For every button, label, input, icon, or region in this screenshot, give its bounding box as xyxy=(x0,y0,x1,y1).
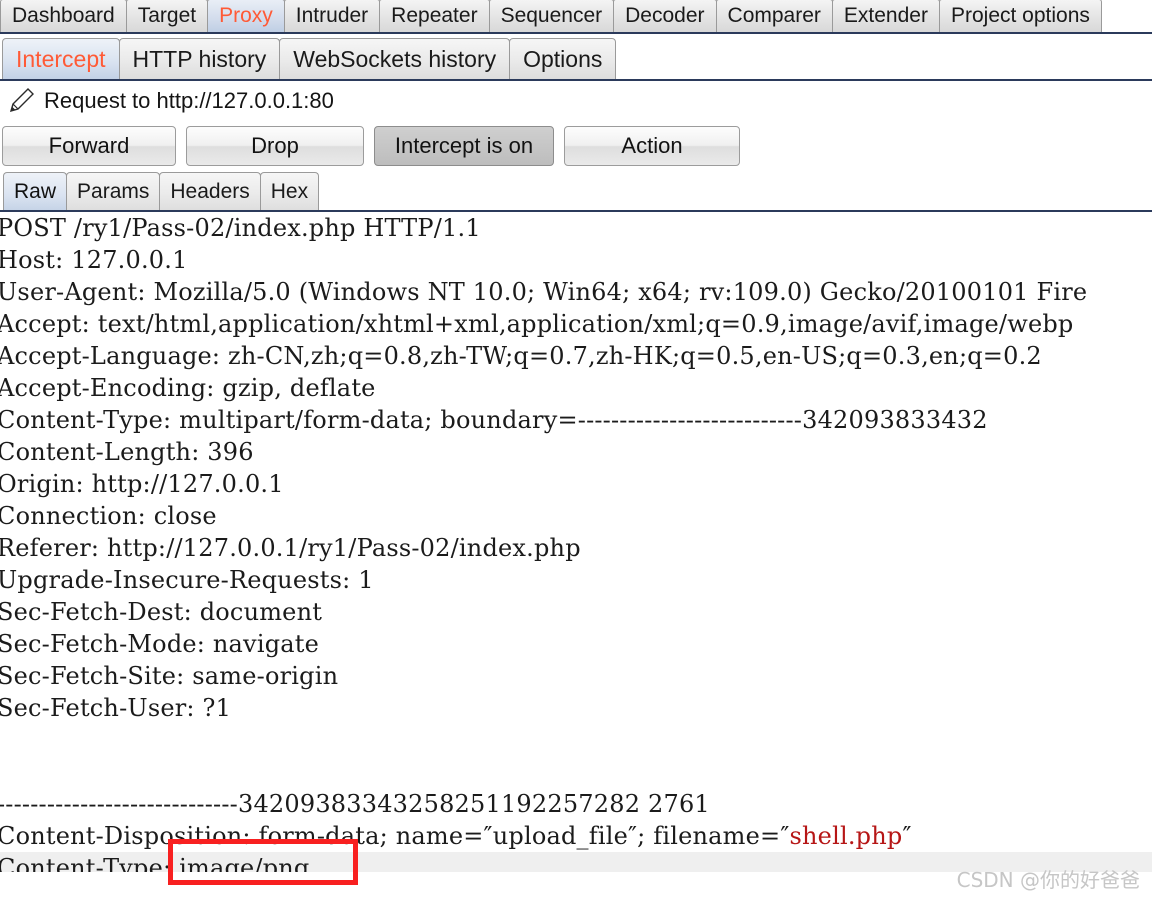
tab-hex-label: Hex xyxy=(270,179,309,203)
tab-target[interactable]: Target xyxy=(125,0,209,32)
tab-params[interactable]: Params xyxy=(66,172,161,210)
tab-project-options-label: Project options xyxy=(950,4,1090,27)
raw-line: POST /ry1/Pass-02/index.php HTTP/1.1 xyxy=(0,214,481,242)
intercept-toggle-label: Intercept is on xyxy=(394,133,534,158)
tab-extender-label: Extender xyxy=(843,4,928,27)
tab-intruder[interactable]: Intruder xyxy=(283,0,381,32)
tab-intercept-label: Intercept xyxy=(16,45,106,72)
raw-line: Host: 127.0.0.1 xyxy=(0,246,188,274)
raw-line: Sec-Fetch-Dest: document xyxy=(0,598,323,626)
tab-options-label: Options xyxy=(523,45,603,72)
raw-line: Content-Length: 396 xyxy=(0,438,254,466)
tab-options[interactable]: Options xyxy=(509,38,617,79)
tab-extender[interactable]: Extender xyxy=(831,0,940,32)
action-button-label: Action xyxy=(621,133,683,158)
raw-line: Content-Type: multipart/form-data; bound… xyxy=(0,406,988,434)
tab-http-history[interactable]: HTTP history xyxy=(118,38,281,79)
tab-dashboard-label: Dashboard xyxy=(12,4,115,27)
watermark: CSDN @你的好爸爸 xyxy=(956,868,1140,892)
raw-line: Accept-Encoding: gzip, deflate xyxy=(0,374,376,402)
drop-button[interactable]: Drop xyxy=(186,126,364,166)
raw-line: Sec-Fetch-User: ?1 xyxy=(0,694,232,722)
raw-line-content-disposition: Content-Disposition: form-data; name=″up… xyxy=(0,820,1152,852)
raw-request-text[interactable]: POST /ry1/Pass-02/index.php HTTP/1.1 Host… xyxy=(0,212,1152,872)
tab-repeater-label: Repeater xyxy=(391,4,478,27)
pencil-icon xyxy=(9,88,34,113)
tab-target-label: Target xyxy=(137,4,197,27)
forward-button-label: Forward xyxy=(48,133,130,158)
tab-params-label: Params xyxy=(77,179,150,203)
tab-headers[interactable]: Headers xyxy=(159,172,261,210)
tab-sequencer-label: Sequencer xyxy=(500,4,603,27)
tab-proxy[interactable]: Proxy xyxy=(207,0,285,32)
proxy-sub-tab-bar: Intercept HTTP history WebSockets histor… xyxy=(0,34,1152,81)
tab-decoder[interactable]: Decoder xyxy=(613,0,717,32)
tab-comparer[interactable]: Comparer xyxy=(715,0,833,32)
tab-intercept[interactable]: Intercept xyxy=(2,38,120,79)
tab-intruder-label: Intruder xyxy=(295,4,369,27)
raw-line-blank xyxy=(0,724,1152,756)
tab-comparer-label: Comparer xyxy=(727,4,821,27)
raw-line: Accept-Language: zh-CN,zh;q=0.8,zh-TW;q=… xyxy=(0,342,1042,370)
tab-dashboard[interactable]: Dashboard xyxy=(0,0,127,32)
raw-request-editor[interactable]: POST /ry1/Pass-02/index.php HTTP/1.1 Host… xyxy=(0,212,1152,872)
tab-websockets-history-label: WebSockets history xyxy=(293,45,497,72)
raw-line: Accept: text/html,application/xhtml+xml,… xyxy=(0,310,1074,338)
tab-decoder-label: Decoder xyxy=(625,4,705,27)
raw-line: Sec-Fetch-Site: same-origin xyxy=(0,662,339,690)
action-button[interactable]: Action xyxy=(564,126,740,166)
raw-line: Sec-Fetch-Mode: navigate xyxy=(0,630,320,658)
tab-sequencer[interactable]: Sequencer xyxy=(488,0,615,32)
tab-proxy-label: Proxy xyxy=(219,4,273,27)
tab-hex[interactable]: Hex xyxy=(259,172,320,210)
message-editor-tab-bar: Raw Params Headers Hex xyxy=(0,171,1152,212)
tab-repeater[interactable]: Repeater xyxy=(379,0,490,32)
content-disposition-prefix: Content-Disposition: form-data; name=″up… xyxy=(0,822,790,850)
raw-line-blank xyxy=(0,756,1152,788)
forward-button[interactable]: Forward xyxy=(2,126,176,166)
tab-raw[interactable]: Raw xyxy=(3,172,68,210)
raw-line: Connection: close xyxy=(0,502,217,530)
tab-project-options[interactable]: Project options xyxy=(938,0,1102,32)
intercept-toggle-button[interactable]: Intercept is on xyxy=(374,126,554,166)
tab-raw-label: Raw xyxy=(14,179,57,203)
filename-value: shell.php xyxy=(789,822,903,850)
raw-line: Origin: http://127.0.0.1 xyxy=(0,470,284,498)
tab-headers-label: Headers xyxy=(170,179,250,203)
tab-websockets-history[interactable]: WebSockets history xyxy=(279,38,511,79)
tab-http-history-label: HTTP history xyxy=(132,45,267,72)
raw-line: Referer: http://127.0.0.1/ry1/Pass-02/in… xyxy=(0,534,581,562)
request-title-row: Request to http://127.0.0.1:80 xyxy=(0,81,1152,121)
raw-line: Upgrade-Insecure-Requests: 1 xyxy=(0,566,374,594)
drop-button-label: Drop xyxy=(251,133,299,158)
main-tab-bar: Dashboard Target Proxy Intruder Repeater… xyxy=(0,0,1152,34)
content-disposition-suffix: ″ xyxy=(902,822,912,850)
intercept-action-row: Forward Drop Intercept is on Action xyxy=(0,121,1152,171)
raw-line: User-Agent: Mozilla/5.0 (Windows NT 10.0… xyxy=(0,278,1088,306)
request-title: Request to http://127.0.0.1:80 xyxy=(44,88,334,113)
raw-line-boundary: -----------------------------34209383343… xyxy=(0,790,710,818)
